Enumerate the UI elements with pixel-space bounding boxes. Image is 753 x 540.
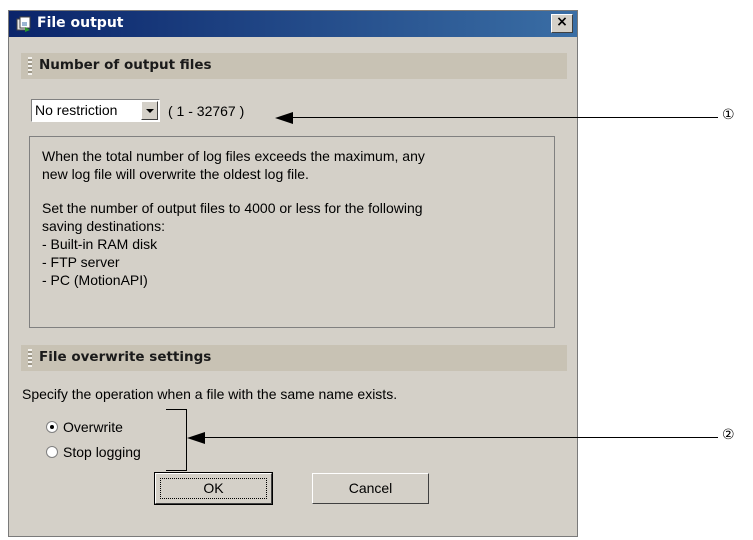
info-line: Set the number of output files to 4000 o… xyxy=(42,200,423,216)
radio-overwrite-label: Overwrite xyxy=(63,419,123,435)
info-line: new log file will overwrite the oldest l… xyxy=(42,166,309,182)
cancel-button[interactable]: Cancel xyxy=(312,473,429,504)
grip-icon xyxy=(28,349,32,367)
overwrite-header: File overwrite settings xyxy=(21,345,567,371)
title-bar[interactable]: File output × xyxy=(9,11,577,37)
info-box: When the total number of log files excee… xyxy=(29,136,555,328)
output-files-header-label: Number of output files xyxy=(39,57,212,73)
cancel-button-label: Cancel xyxy=(348,480,393,496)
output-files-header: Number of output files xyxy=(21,53,567,79)
overwrite-description: Specify the operation when a file with t… xyxy=(22,386,398,402)
ok-button-label: OK xyxy=(203,480,224,496)
window-title: File output xyxy=(37,15,124,31)
destination-item: - FTP server xyxy=(42,254,120,270)
file-output-dialog: File output × Number of output files No … xyxy=(8,10,578,537)
chevron-down-icon[interactable] xyxy=(141,101,158,120)
close-icon: × xyxy=(556,14,568,30)
info-line: When the total number of log files excee… xyxy=(42,148,425,164)
destination-item: - Built-in RAM disk xyxy=(42,236,158,252)
radio-stop-logging-label: Stop logging xyxy=(63,444,141,460)
destination-item: - PC (MotionAPI) xyxy=(42,272,148,288)
info-line: saving destinations: xyxy=(42,218,165,234)
output-file-count-value: No restriction xyxy=(35,102,118,118)
grip-icon xyxy=(28,57,32,75)
callout-number-2: ② xyxy=(722,427,735,443)
callout-number-1: ① xyxy=(722,107,735,123)
ok-button[interactable]: OK xyxy=(154,472,273,505)
callout-line xyxy=(203,437,718,438)
callout-bracket xyxy=(166,409,187,471)
output-file-count-select[interactable]: No restriction xyxy=(31,99,160,122)
file-output-icon xyxy=(16,16,31,32)
output-file-range: ( 1 - 32767 ) xyxy=(168,103,245,119)
radio-indicator[interactable] xyxy=(46,421,58,433)
callout-arrowhead xyxy=(187,432,205,444)
callout-line xyxy=(290,117,718,118)
close-button[interactable]: × xyxy=(551,14,573,33)
radio-indicator[interactable] xyxy=(46,446,58,458)
overwrite-header-label: File overwrite settings xyxy=(39,349,212,365)
callout-arrowhead xyxy=(275,112,293,124)
